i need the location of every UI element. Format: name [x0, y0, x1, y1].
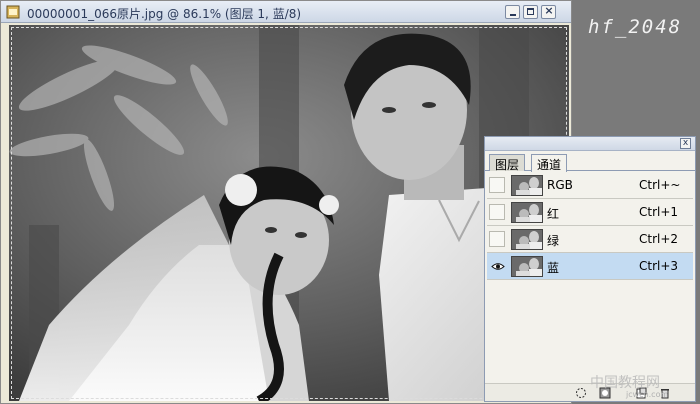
channel-shortcut: Ctrl+2	[639, 232, 679, 246]
watermark-bottom-url: jcwcn.com	[626, 390, 669, 399]
close-button[interactable]: ×	[541, 4, 556, 19]
eye-icon	[491, 263, 505, 270]
channel-row-blue[interactable]: 蓝 Ctrl+3	[487, 253, 693, 280]
panel-titlebar[interactable]: x	[485, 137, 695, 151]
channel-list: RGB Ctrl+~ 红 Ctrl+1 绿 Ctrl+2 蓝 Ctrl+3	[487, 172, 693, 280]
minimize-icon	[510, 14, 516, 16]
document-titlebar[interactable]: 00000001_066原片.jpg @ 86.1% (图层 1, 蓝/8) ×	[1, 1, 571, 23]
document-title: 00000001_066原片.jpg @ 86.1% (图层 1, 蓝/8)	[27, 7, 302, 21]
channel-shortcut: Ctrl+1	[639, 205, 679, 219]
close-icon: ×	[544, 4, 554, 17]
visibility-toggle[interactable]	[489, 177, 505, 193]
channel-row-rgb[interactable]: RGB Ctrl+~	[487, 172, 693, 199]
maximize-icon	[527, 8, 534, 15]
tab-layers[interactable]: 图层	[489, 154, 526, 172]
watermark-bottom: 中国教程网	[590, 375, 660, 391]
channel-name: RGB	[547, 178, 573, 192]
visibility-toggle[interactable]	[489, 231, 505, 247]
channel-thumbnail	[511, 175, 543, 196]
channel-thumbnail	[511, 229, 543, 250]
maximize-button[interactable]	[523, 5, 538, 19]
visibility-toggle[interactable]	[489, 258, 505, 274]
channel-name: 蓝	[547, 261, 560, 275]
channel-name: 红	[547, 207, 560, 221]
watermark-top: hf_2048	[588, 16, 683, 38]
photoshop-document-icon	[6, 5, 20, 19]
channel-row-red[interactable]: 红 Ctrl+1	[487, 199, 693, 226]
minimize-button[interactable]	[505, 5, 520, 19]
channel-name: 绿	[547, 234, 560, 248]
visibility-toggle[interactable]	[489, 204, 505, 220]
channel-row-green[interactable]: 绿 Ctrl+2	[487, 226, 693, 253]
panel-close-button[interactable]: x	[680, 138, 691, 149]
channels-panel: x 图层 通道 » RGB Ctrl+~ 红 Ctrl+1	[484, 136, 696, 402]
channel-thumbnail	[511, 256, 543, 277]
channel-thumbnail	[511, 202, 543, 223]
load-selection-icon[interactable]	[575, 387, 587, 399]
panel-tabs: 图层 通道 »	[485, 152, 695, 182]
channel-shortcut: Ctrl+~	[639, 178, 681, 192]
tab-channels[interactable]: 通道	[531, 154, 568, 172]
channel-shortcut: Ctrl+3	[639, 259, 679, 273]
